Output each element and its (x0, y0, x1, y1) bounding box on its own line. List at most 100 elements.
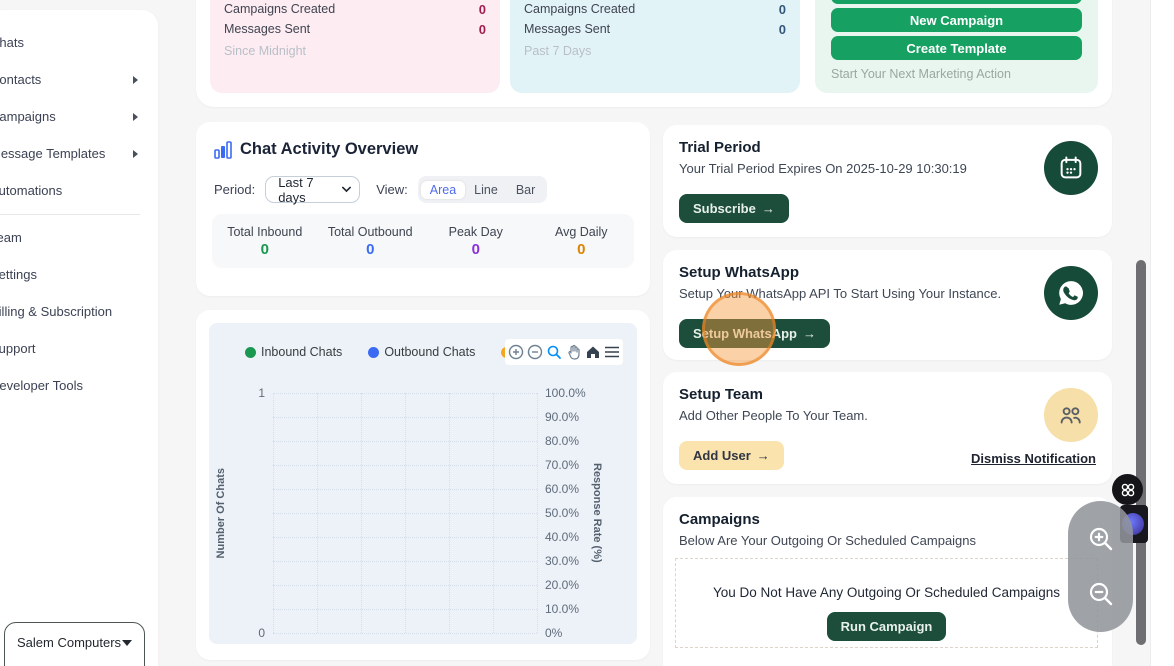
chart-panel: Inbound Chats Outbound Chats Resp (209, 323, 637, 644)
sidebar-item-campaigns[interactable]: Campaigns (0, 98, 158, 135)
stat-total-inbound: Total Inbound 0 (212, 225, 318, 258)
zoom-out-button[interactable] (1085, 578, 1117, 610)
sidebar-nav: Chats Contacts Campaigns Message Templat… (0, 10, 158, 404)
today-stats-card: Campaigns Created 0 Messages Sent 0 Sinc… (210, 0, 500, 93)
legend-dot-icon (368, 347, 379, 358)
add-user-button[interactable]: Add User→ (679, 441, 784, 470)
sidebar-item-label: Campaigns (0, 109, 56, 124)
view-tab-area[interactable]: Area (421, 181, 465, 199)
pan-icon[interactable] (566, 344, 582, 360)
arrow-right-icon: → (803, 326, 816, 341)
campaigns-card: Campaigns Below Are Your Outgoing Or Sch… (663, 497, 1112, 666)
sidebar-item-automations[interactable]: Automations (0, 172, 158, 209)
stat-caption: Since Midnight (224, 44, 486, 58)
widget-grid-button[interactable] (1112, 474, 1143, 505)
workspace-selector[interactable]: Salem Computers (4, 622, 145, 666)
chevron-down-icon (342, 186, 351, 193)
y-tick: 0 (237, 626, 265, 640)
calendar-badge (1044, 141, 1098, 195)
sidebar-item-team[interactable]: Team (0, 219, 158, 256)
trial-period-card: Trial Period Your Trial Period Expires O… (663, 125, 1112, 237)
chat-stats-strip: Total Inbound 0 Total Outbound 0 Peak Da… (212, 214, 634, 268)
sidebar-item-label: Team (0, 230, 22, 245)
dashboard-page: Chats Contacts Campaigns Message Templat… (0, 0, 1174, 666)
card-subtitle: Add Other People To Your Team. (679, 408, 1096, 423)
period-select[interactable]: Last 7 days (265, 176, 360, 203)
sidebar-item-billing[interactable]: Billing & Subscription (0, 293, 158, 330)
zoom-in-icon[interactable] (508, 344, 524, 360)
legend-inbound-chats[interactable]: Inbound Chats (245, 345, 342, 359)
stat-label: Messages Sent (524, 22, 610, 42)
y-tick: 80.0% (545, 434, 579, 448)
stat-value: 0 (479, 22, 486, 42)
stat-row: Messages Sent 0 (224, 22, 486, 42)
setup-team-card: Setup Team Add Other People To Your Team… (663, 372, 1112, 484)
y-tick: 100.0% (545, 386, 586, 400)
selection-zoom-icon[interactable] (546, 344, 562, 360)
bar-chart-icon (214, 141, 232, 159)
sidebar-item-label: Chats (0, 35, 24, 50)
card-title: Campaigns (679, 511, 1096, 528)
people-icon (1056, 400, 1086, 430)
create-template-button[interactable]: Create Template (831, 36, 1082, 60)
scrollbar-thumb[interactable] (1136, 260, 1146, 645)
view-label: View: (376, 182, 408, 197)
legend-dot-icon (245, 347, 256, 358)
sidebar-item-chats[interactable]: Chats (0, 24, 158, 61)
team-badge (1044, 388, 1098, 442)
view-switcher: Area Line Bar (418, 176, 548, 203)
y-tick: 20.0% (545, 578, 579, 592)
y-tick: 10.0% (545, 602, 579, 616)
stat-label: Campaigns Created (524, 2, 635, 22)
run-campaign-button[interactable]: Run Campaign (827, 612, 947, 641)
view-tab-bar[interactable]: Bar (507, 181, 544, 199)
chat-activity-chart-card: Inbound Chats Outbound Chats Resp (196, 310, 650, 660)
card-title: Chat Activity Overview (240, 140, 418, 159)
stat-value: 0 (779, 2, 786, 22)
stat-label: Avg Daily (529, 225, 635, 239)
sidebar-item-label: Automations (0, 183, 62, 198)
plot-area (273, 393, 537, 633)
card-subtitle: Your Trial Period Expires On 2025-10-29 … (679, 161, 1096, 176)
sidebar-item-settings[interactable]: Settings (0, 256, 158, 293)
sidebar-item-contacts[interactable]: Contacts (0, 61, 158, 98)
sidebar-divider (0, 209, 158, 219)
card-subtitle: Setup Your WhatsApp API To Start Using Y… (679, 286, 1096, 301)
stat-value: 0 (779, 22, 786, 42)
view-tab-line[interactable]: Line (465, 181, 507, 199)
actions-caption: Start Your Next Marketing Action (831, 67, 1082, 81)
legend-outbound-chats[interactable]: Outbound Chats (368, 345, 475, 359)
stat-label: Campaigns Created (224, 2, 335, 22)
stat-label: Messages Sent (224, 22, 310, 42)
sidebar-item-label: Settings (0, 267, 37, 282)
subscribe-button[interactable]: Subscribe→ (679, 194, 789, 223)
stat-caption: Past 7 Days (524, 44, 786, 58)
new-campaign-button[interactable]: New Campaign (831, 8, 1082, 32)
zoom-in-button[interactable] (1085, 523, 1117, 555)
y-tick: 70.0% (545, 458, 579, 472)
chevron-right-icon (133, 76, 138, 84)
home-icon[interactable] (585, 344, 601, 360)
chevron-right-icon (133, 150, 138, 158)
legend-label: Inbound Chats (261, 345, 342, 359)
stat-row: Campaigns Created 0 (524, 2, 786, 22)
stat-value: 0 (212, 241, 318, 258)
zoom-out-icon[interactable] (527, 344, 543, 360)
sidebar-item-developer-tools[interactable]: Developer Tools (0, 367, 158, 404)
stat-value: 0 (479, 2, 486, 22)
card-title: Trial Period (679, 139, 1096, 156)
dismiss-notification-link[interactable]: Dismiss Notification (971, 451, 1096, 466)
sidebar-item-message-templates[interactable]: Message Templates (0, 135, 158, 172)
setup-whatsapp-button[interactable]: Setup WhatsApp→ (679, 319, 830, 348)
summary-section: Campaigns Created 0 Messages Sent 0 Sinc… (196, 0, 1112, 107)
calendar-icon (1057, 154, 1085, 182)
window-edge (1150, 0, 1174, 666)
stat-value: 0 (318, 241, 424, 258)
legend-label: Outbound Chats (384, 345, 475, 359)
whatsapp-badge (1044, 266, 1098, 320)
action-button-clipped[interactable] (831, 0, 1082, 4)
menu-icon[interactable] (604, 345, 620, 359)
sidebar: Chats Contacts Campaigns Message Templat… (0, 10, 158, 666)
y-tick: 1 (237, 386, 265, 400)
sidebar-item-support[interactable]: Support (0, 330, 158, 367)
